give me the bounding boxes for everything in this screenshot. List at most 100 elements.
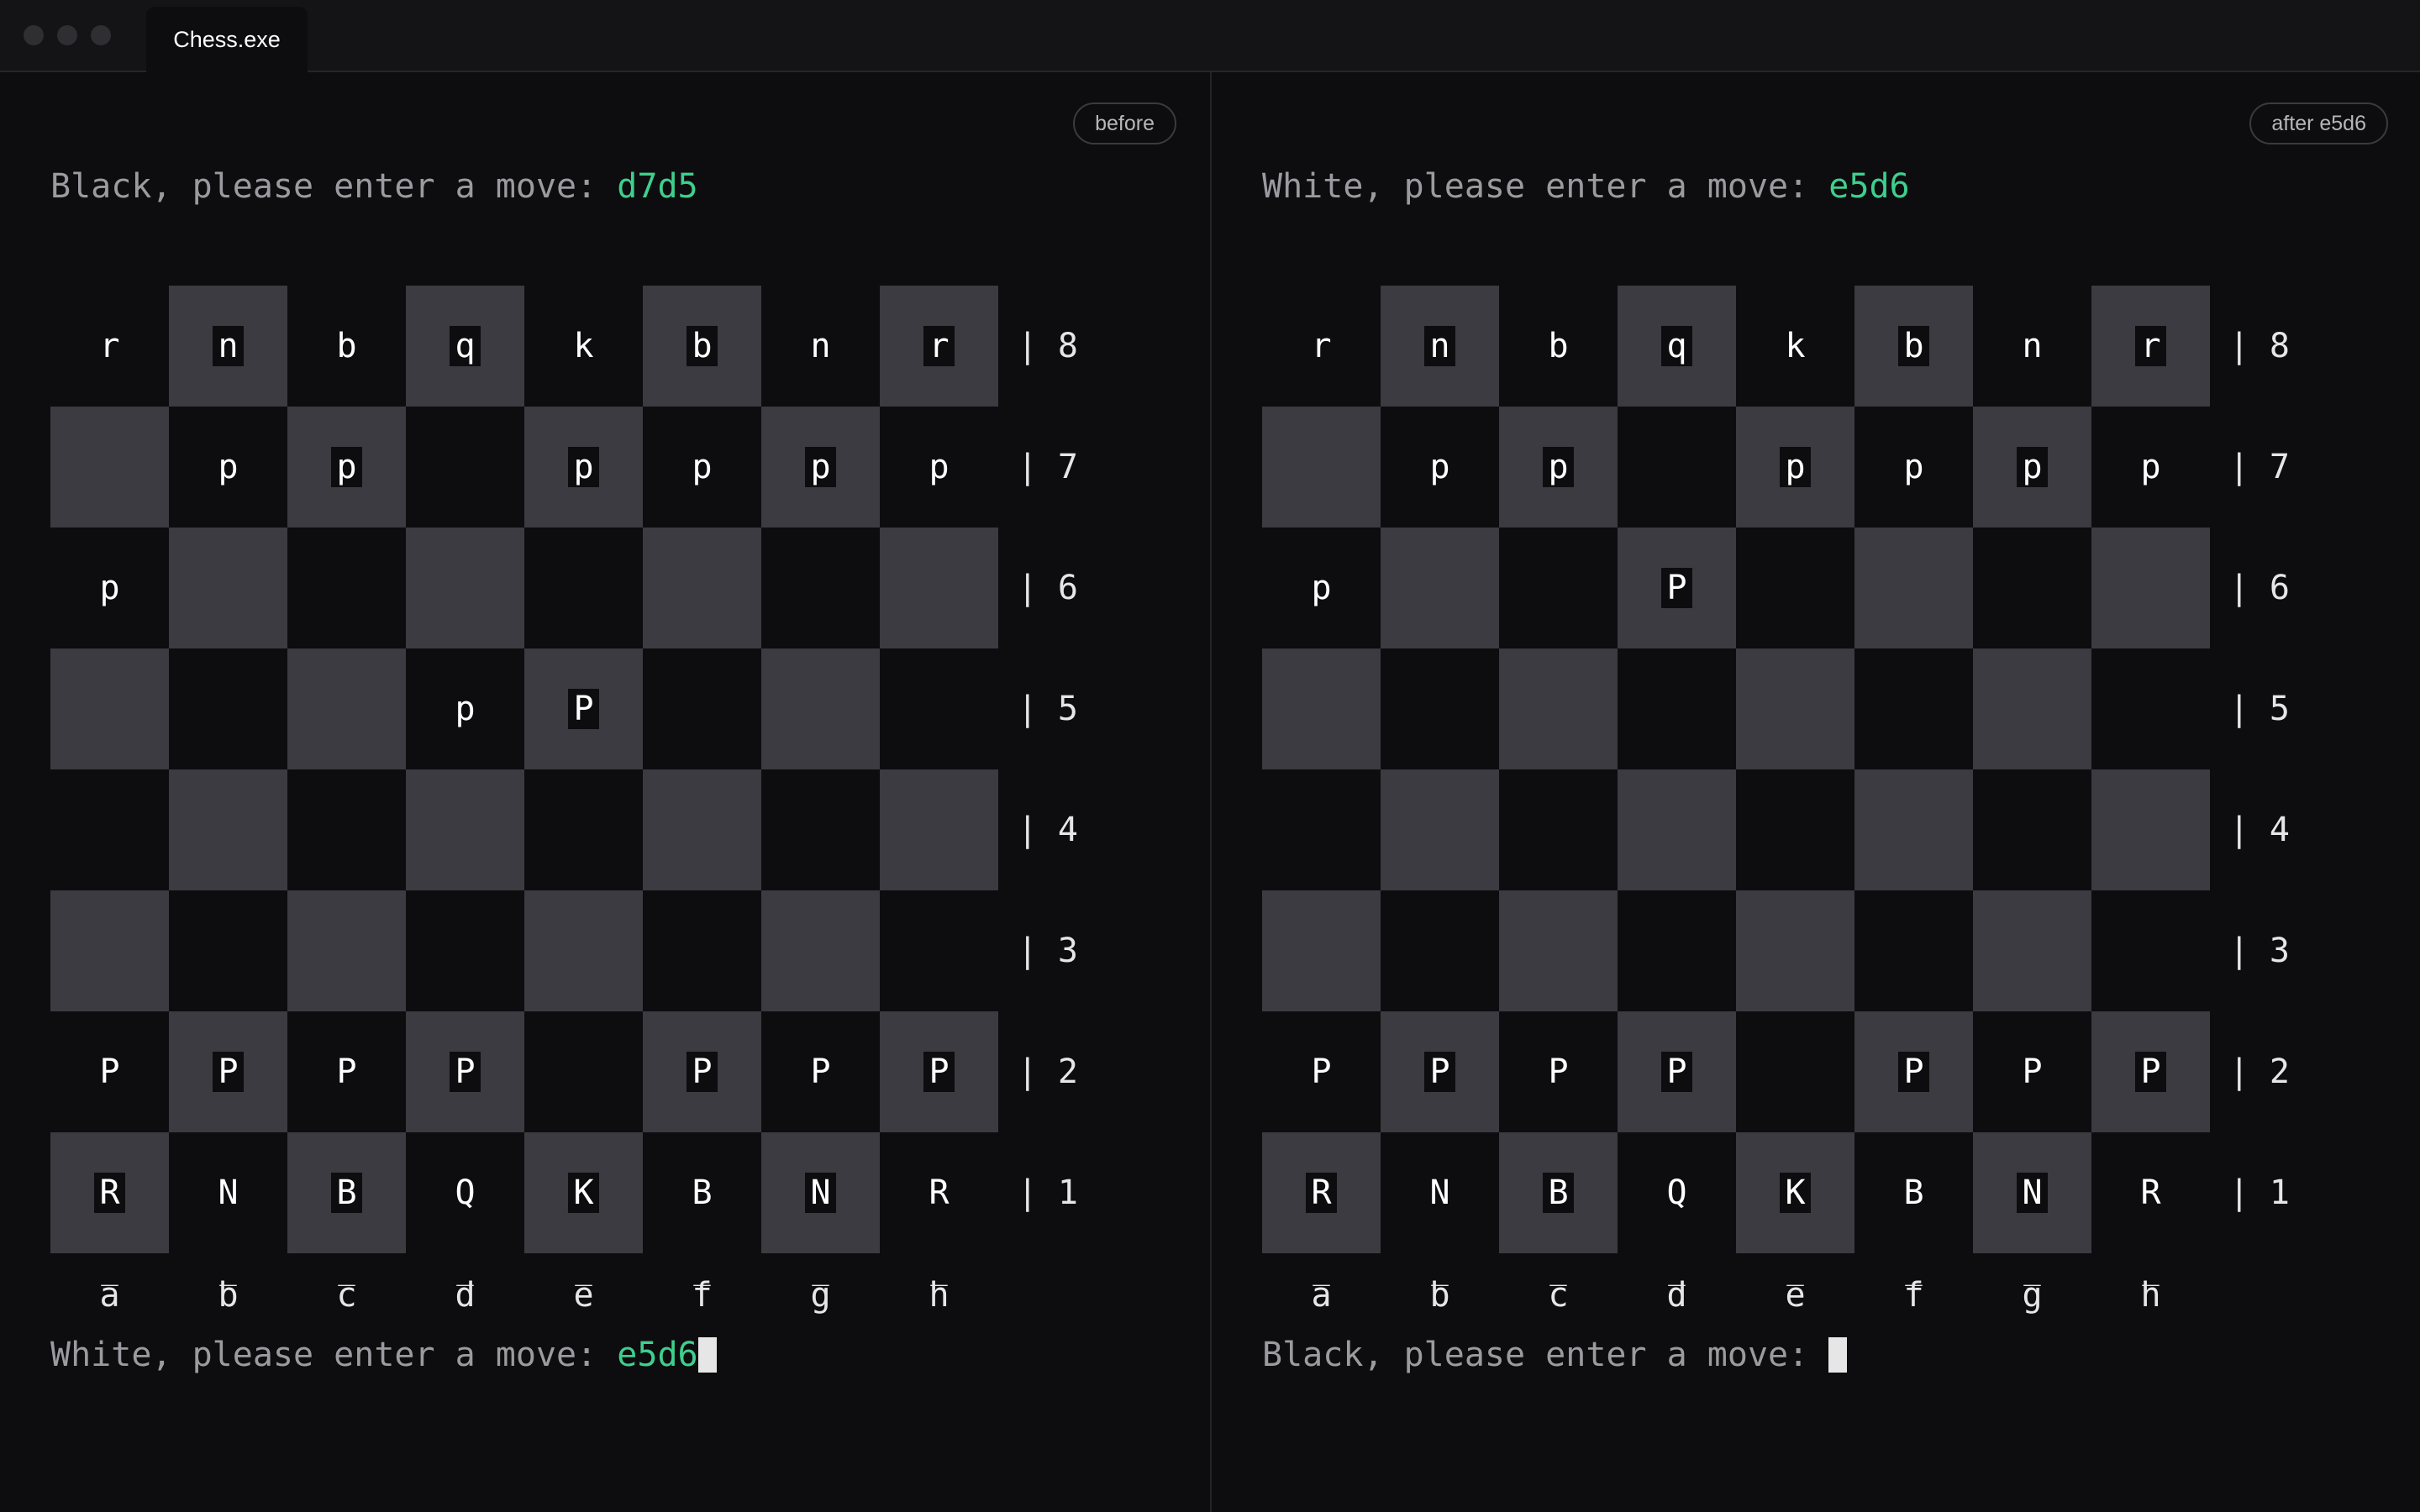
file-letter: e — [1785, 1276, 1806, 1315]
file-letter: h — [2140, 1276, 2161, 1315]
close-window-icon[interactable] — [24, 25, 44, 45]
file-label: _ c — [287, 1253, 406, 1312]
file-letter: g — [2022, 1276, 2043, 1315]
chess-piece: R — [2140, 1173, 2161, 1212]
tab-chess-exe[interactable]: Chess.exe — [146, 7, 308, 72]
rank-label: | 4 — [2228, 811, 2290, 849]
rank-label: | 1 — [2228, 1173, 2290, 1212]
board-square: n — [761, 286, 880, 407]
board-square: P — [1499, 1011, 1618, 1132]
board-square: q — [406, 286, 524, 407]
terminal-pane-after[interactable]: after e5d6 White, please enter a move: e… — [1212, 72, 2420, 1512]
board-square — [50, 769, 169, 890]
board-square — [1381, 769, 1499, 890]
board-square — [287, 890, 406, 1011]
prompt-line-input[interactable]: White, please enter a move: e5d6 — [50, 1330, 717, 1380]
board-square: P — [1262, 1011, 1381, 1132]
board-square — [1381, 890, 1499, 1011]
board-square — [1973, 890, 2091, 1011]
chess-piece: p — [2017, 447, 2048, 487]
chess-piece: p — [331, 447, 362, 487]
board-square: K — [1736, 1132, 1854, 1253]
board-square: b — [1499, 286, 1618, 407]
board-square: r — [2091, 286, 2210, 407]
chess-board: r n b q k b n r | 8 p p p p p p | 7 p | 6 p P | 5 | 4 | 3 P P P P P… — [50, 286, 1078, 1312]
chess-piece: P — [450, 1052, 481, 1092]
board-square — [761, 528, 880, 648]
board-square: P — [1973, 1011, 2091, 1132]
board-square — [1262, 890, 1381, 1011]
terminal-pane-before[interactable]: before Black, please enter a move: d7d5 … — [0, 72, 1210, 1512]
board-square — [50, 890, 169, 1011]
chess-board: r n b q k b n r | 8 p p p p p p | 7 p P | 6 | 5 | 4 | 3 P P P P P P… — [1262, 286, 2290, 1312]
board-square — [1854, 648, 1973, 769]
chess-piece: p — [568, 447, 599, 487]
board-square — [643, 648, 761, 769]
board-square: r — [1262, 286, 1381, 407]
board-square — [880, 769, 998, 890]
board-square — [524, 769, 643, 890]
board-square: b — [287, 286, 406, 407]
rank-label: | 5 — [2228, 690, 2290, 728]
file-label: _ h — [2091, 1253, 2210, 1315]
chess-piece: P — [810, 1053, 831, 1091]
minimize-window-icon[interactable] — [57, 25, 77, 45]
chess-piece: b — [336, 327, 357, 365]
board-square: p — [1854, 407, 1973, 528]
chess-piece: r — [99, 327, 120, 365]
board-corner — [998, 1253, 1078, 1310]
board-square: Q — [406, 1132, 524, 1253]
board-corner — [2210, 1253, 2290, 1310]
board-square — [169, 890, 287, 1011]
chess-piece: n — [2022, 327, 2043, 365]
board-square: P — [406, 1011, 524, 1132]
rank-label: | 3 — [1017, 932, 1078, 970]
state-badge: before — [1073, 102, 1176, 144]
chess-piece: p — [218, 448, 239, 486]
move-text: d7d5 — [617, 167, 698, 206]
maximize-window-icon[interactable] — [91, 25, 111, 45]
board-square — [1973, 769, 2091, 890]
file-label: _ b — [1381, 1253, 1499, 1312]
board-square — [2091, 890, 2210, 1011]
board-square: B — [287, 1132, 406, 1253]
board-square: B — [643, 1132, 761, 1253]
board-square: P — [761, 1011, 880, 1132]
chess-piece: p — [1543, 447, 1574, 487]
board-square — [1736, 769, 1854, 890]
chess-piece: q — [450, 326, 481, 366]
board-square — [880, 528, 998, 648]
board-square — [1854, 890, 1973, 1011]
board-square — [50, 407, 169, 528]
board-square: P — [287, 1011, 406, 1132]
board-square: p — [169, 407, 287, 528]
file-label: _ d — [1618, 1253, 1736, 1315]
file-letter: d — [1666, 1276, 1687, 1315]
chess-piece: p — [1429, 448, 1450, 486]
file-label: _ d — [406, 1253, 524, 1312]
board-square — [1262, 407, 1381, 528]
rank-label: | 8 — [1017, 327, 1078, 365]
chess-piece: N — [1429, 1173, 1450, 1212]
chess-piece: b — [687, 326, 718, 366]
board-square — [1618, 769, 1736, 890]
chess-piece: p — [99, 569, 120, 607]
file-label: _ b — [169, 1253, 287, 1312]
board-square: p — [2091, 407, 2210, 528]
chess-piece: p — [805, 447, 836, 487]
prompt-line-input[interactable]: Black, please enter a move: — [1262, 1330, 1848, 1380]
chess-piece: p — [455, 690, 476, 728]
board-square — [406, 528, 524, 648]
file-label: _ e — [524, 1253, 643, 1312]
board-square: P — [169, 1011, 287, 1132]
chess-piece: Q — [1666, 1173, 1687, 1212]
board-square: p — [287, 407, 406, 528]
chess-piece: R — [94, 1173, 125, 1213]
board-square: P — [880, 1011, 998, 1132]
board-square: N — [761, 1132, 880, 1253]
board-square: P — [1854, 1011, 1973, 1132]
chess-piece: p — [1311, 569, 1332, 607]
chess-piece: B — [692, 1173, 713, 1212]
board-square — [1381, 528, 1499, 648]
chess-piece: B — [331, 1173, 362, 1213]
